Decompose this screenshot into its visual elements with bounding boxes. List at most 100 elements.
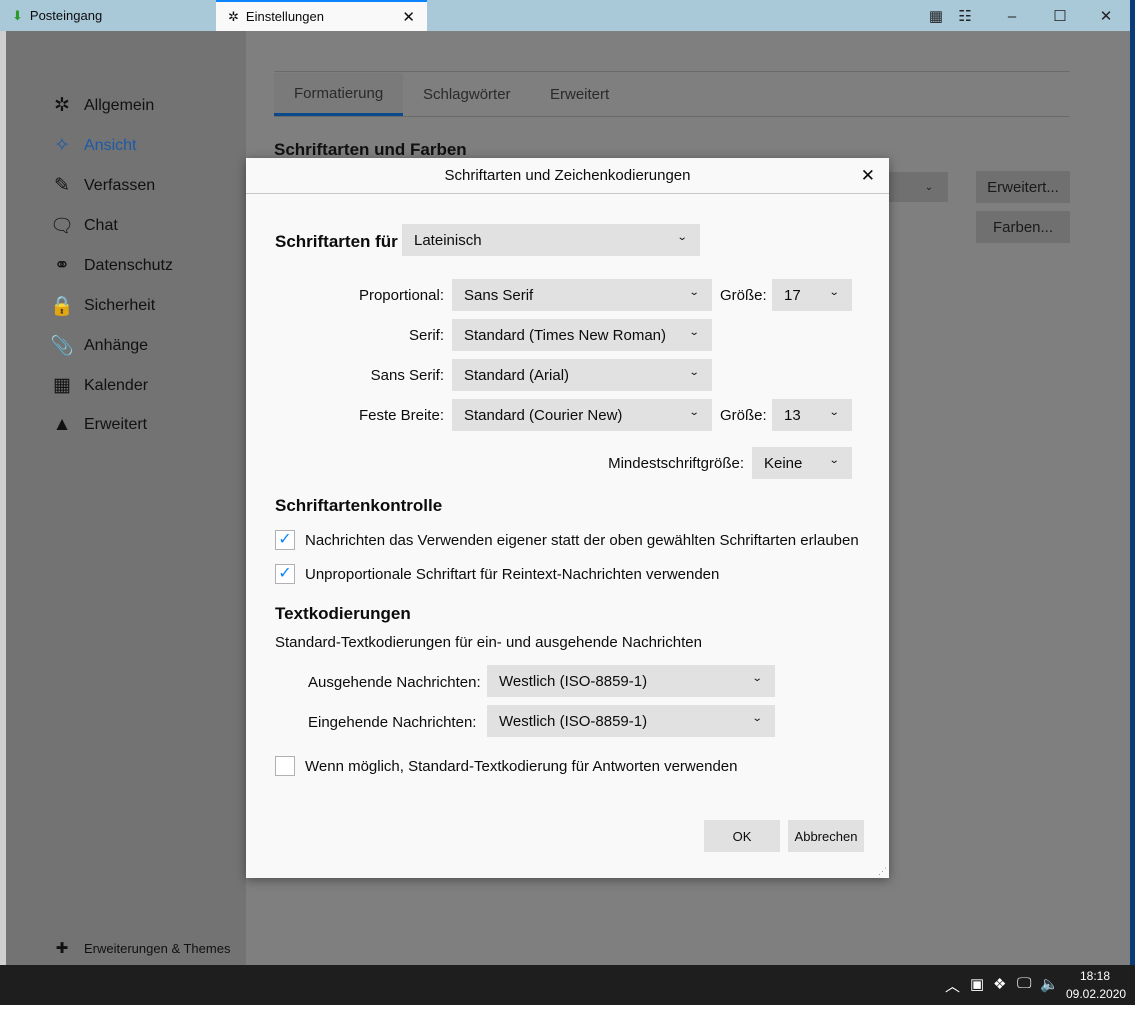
proportional-label: Proportional: <box>358 287 444 304</box>
incoming-encoding-select[interactable]: Westlich (ISO-8859-1) ⌄ <box>487 705 775 737</box>
chevron-down-icon: ⌄ <box>828 287 840 298</box>
tab-einstellungen[interactable]: ✲ Einstellungen ✕ <box>216 0 427 31</box>
desktop-strip-right <box>1130 0 1135 965</box>
wizard-hat-icon: ▲ <box>52 414 72 435</box>
volume-icon[interactable]: 🔈 <box>1040 975 1059 993</box>
min-size-select[interactable]: Keine ⌄ <box>752 447 852 479</box>
minimize-button[interactable]: – <box>1000 4 1024 28</box>
select-value: Standard (Courier New) <box>464 406 623 424</box>
gear-icon: ✲ <box>228 8 239 24</box>
monospace-size-select[interactable]: 13 ⌄ <box>772 399 852 431</box>
lock-icon: 🔒 <box>50 296 74 317</box>
resize-grip-icon[interactable]: ⋰ <box>878 866 887 877</box>
sidebar-item-chat[interactable]: 🗨 Chat <box>50 214 118 238</box>
clock-time[interactable]: 18:18 <box>1080 969 1110 983</box>
sidebar-item-label: Ansicht <box>84 136 137 154</box>
network-icon[interactable]: 🖵 <box>1017 975 1031 992</box>
divider <box>274 116 1070 117</box>
fonts-for-label: Schriftarten für <box>275 232 398 251</box>
close-window-button[interactable]: ✕ <box>1094 4 1118 28</box>
divider <box>274 71 1070 72</box>
section-heading: Schriftarten und Farben <box>274 140 467 159</box>
chevron-down-icon: ⌄ <box>924 181 934 193</box>
sidebar-item-label: Datenschutz <box>84 256 173 274</box>
chevron-down-icon: ⌄ <box>751 673 763 684</box>
size-label: Größe: <box>720 407 767 424</box>
close-icon[interactable]: ✕ <box>861 166 875 186</box>
fonts-dialog: Schriftarten und Zeichenkodierungen ✕ Sc… <box>246 158 889 878</box>
sidebar-item-datenschutz[interactable]: ⚭ Datenschutz <box>50 254 173 277</box>
inbox-download-icon: ⬇ <box>12 7 23 23</box>
font-dropdown-bg[interactable]: ⌄ <box>880 172 948 202</box>
sidebar-item-allgemein[interactable]: ✲ Allgemein <box>50 94 154 117</box>
chevron-down-icon: ⌄ <box>688 367 700 378</box>
taskbar: ︿ ▣ ❖ 🖵 🔈 18:18 09.02.2020 <box>0 965 1135 1005</box>
pencil-icon: ✎ <box>54 175 70 196</box>
tab-erweitert[interactable]: Erweitert <box>530 73 629 116</box>
sidebar-item-label: Verfassen <box>84 176 156 194</box>
ok-button[interactable]: OK <box>704 820 780 852</box>
tab-schlagwoerter[interactable]: Schlagwörter <box>403 73 531 116</box>
allow-fonts-checkbox[interactable]: ✓ <box>275 530 295 550</box>
outgoing-encoding-select[interactable]: Westlich (ISO-8859-1) ⌄ <box>487 665 775 697</box>
proportional-select[interactable]: Sans Serif ⌄ <box>452 279 712 311</box>
gear-icon: ✲ <box>54 95 70 116</box>
serif-label: Serif: <box>408 327 444 344</box>
addons-themes-link[interactable]: ✚ Erweiterungen & Themes <box>50 939 231 957</box>
dropbox-icon[interactable]: ❖ <box>993 975 1006 993</box>
calendar-icon[interactable]: ▦ <box>924 4 948 28</box>
advanced-fonts-button[interactable]: Erweitert... <box>976 171 1070 203</box>
fonts-for-select[interactable]: Lateinisch ⌄ <box>402 224 700 256</box>
chevron-down-icon: ⌄ <box>688 287 700 298</box>
encoding-description: Standard-Textkodierungen für ein- und au… <box>275 634 702 651</box>
proportional-size-select[interactable]: 17 ⌄ <box>772 279 852 311</box>
sidebar-item-verfassen[interactable]: ✎ Verfassen <box>50 174 155 197</box>
tasks-icon[interactable]: ☷ <box>953 4 977 28</box>
select-value: Lateinisch <box>414 231 482 249</box>
font-control-heading: Schriftartenkontrolle <box>275 496 443 515</box>
sparkle-icon: ✧ <box>54 135 70 156</box>
checkbox-label[interactable]: Wenn möglich, Standard-Textkodierung für… <box>305 758 737 775</box>
close-tab-icon[interactable]: ✕ <box>402 8 415 26</box>
addons-label: Erweiterungen & Themes <box>84 940 231 956</box>
device-icon[interactable]: ▣ <box>970 975 984 993</box>
select-value: 17 <box>784 286 801 304</box>
cancel-button[interactable]: Abbrechen <box>788 820 864 852</box>
sidebar-item-label: Erweitert <box>84 416 148 433</box>
tab-formatierung[interactable]: Formatierung <box>274 73 404 116</box>
mask-icon: ⚭ <box>54 255 70 276</box>
sans-serif-select[interactable]: Standard (Arial) ⌄ <box>452 359 712 391</box>
chevron-down-icon: ⌄ <box>688 407 700 418</box>
sidebar-item-ansicht[interactable]: ✧ Ansicht <box>50 134 136 157</box>
sans-serif-label: Sans Serif: <box>370 367 444 384</box>
paperclip-icon: 📎 <box>50 336 74 357</box>
select-value: Standard (Arial) <box>464 366 570 384</box>
checkbox-label[interactable]: Nachrichten das Verwenden eigener statt … <box>305 532 859 549</box>
clock-date[interactable]: 09.02.2020 <box>1066 987 1126 1001</box>
monospace-plaintext-checkbox[interactable]: ✓ <box>275 564 295 584</box>
calendar-icon: ▦ <box>53 375 71 396</box>
maximize-button[interactable]: ☐ <box>1048 4 1072 28</box>
checkbox-label[interactable]: Unproportionale Schriftart für Reintext-… <box>305 566 719 583</box>
sidebar-item-erweitert[interactable]: ▲ Erweitert <box>50 414 148 436</box>
select-value: Standard (Times New Roman) <box>464 326 667 344</box>
reply-encoding-checkbox[interactable] <box>275 756 295 776</box>
size-label: Größe: <box>720 287 767 304</box>
dialog-title: Schriftarten und Zeichenkodierungen <box>444 167 691 184</box>
dialog-titlebar: Schriftarten und Zeichenkodierungen ✕ <box>246 158 889 194</box>
chevron-up-icon[interactable]: ︿ <box>945 975 960 996</box>
sidebar <box>6 31 246 965</box>
tab-label: Posteingang <box>29 8 103 23</box>
sidebar-item-label: Kalender <box>84 376 149 394</box>
serif-select[interactable]: Standard (Times New Roman) ⌄ <box>452 319 712 351</box>
colors-button[interactable]: Farben... <box>976 211 1070 243</box>
select-value: Sans Serif <box>464 286 534 304</box>
sidebar-item-anhaenge[interactable]: 📎 Anhänge <box>50 334 148 358</box>
window-titlebar: ⬇ Posteingang ✲ Einstellungen ✕ ▦ ☷ – ☐ … <box>0 0 1130 31</box>
sidebar-item-kalender[interactable]: ▦ Kalender <box>50 374 148 397</box>
monospace-select[interactable]: Standard (Courier New) ⌄ <box>452 399 712 431</box>
tab-posteingang[interactable]: ⬇ Posteingang <box>0 0 216 31</box>
encoding-heading: Textkodierungen <box>275 604 411 623</box>
sidebar-item-sicherheit[interactable]: 🔒 Sicherheit <box>50 294 155 318</box>
chevron-down-icon: ⌄ <box>688 327 700 338</box>
